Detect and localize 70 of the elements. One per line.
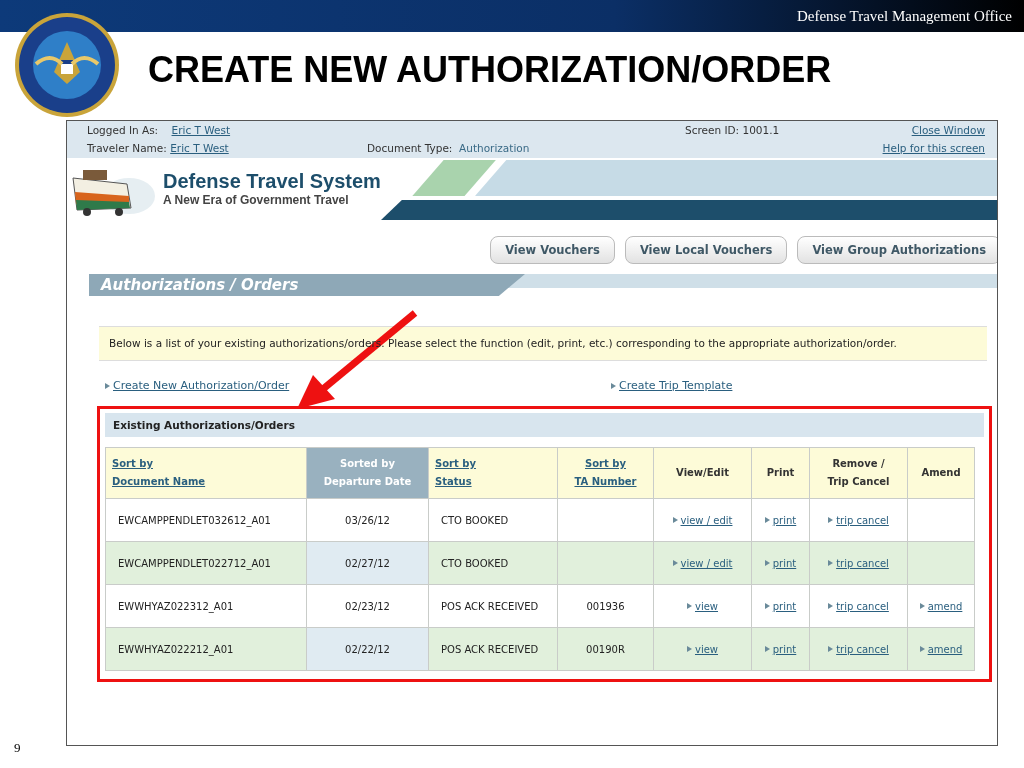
help-link[interactable]: Help for this screen (882, 142, 985, 154)
action-link[interactable]: view / edit (680, 514, 733, 526)
action-link[interactable]: view / edit (680, 557, 733, 569)
caret-icon (828, 517, 834, 524)
action-link[interactable]: print (772, 643, 797, 655)
caret-icon (672, 560, 678, 567)
action-link[interactable]: amend (927, 643, 963, 655)
caret-icon (828, 603, 834, 610)
action-link[interactable]: trip cancel (836, 643, 889, 655)
section-title: Authorizations / Orders (89, 274, 525, 296)
caret-icon (764, 646, 770, 653)
caret-icon (919, 646, 925, 653)
brand-tagline: A New Era of Government Travel (163, 192, 350, 207)
table-cell: EWCAMPPENDLET022712_A01 (118, 557, 271, 569)
caret-icon (919, 603, 925, 610)
table-cell: CTO BOOKED (441, 557, 509, 569)
caret-icon (687, 646, 692, 653)
close-window-link[interactable]: Close Window (911, 124, 985, 136)
nav-button[interactable]: View Group Authorizations (797, 236, 997, 264)
nav-button[interactable]: View Local Vouchers (624, 236, 788, 264)
nav-button[interactable]: View Vouchers (490, 236, 615, 264)
table-cell: 02/22/12 (345, 643, 390, 655)
caret-icon (764, 560, 770, 567)
table-cell: CTO BOOKED (441, 514, 509, 526)
action-link[interactable]: trip cancel (836, 600, 889, 612)
action-link[interactable]: view (695, 643, 718, 655)
traveler-link[interactable]: Eric T West (170, 142, 229, 154)
table-title: Existing Authorizations/Orders (105, 413, 984, 437)
brand-name: Defense Travel System (163, 169, 381, 193)
table-cell: 02/27/12 (345, 557, 390, 569)
page-number: 9 (14, 740, 21, 756)
caret-icon (687, 603, 692, 610)
header-organization: Defense Travel Management Office (796, 7, 1012, 25)
caret-icon (828, 646, 834, 653)
document-type-label: Document Type: (367, 142, 453, 154)
action-link[interactable]: view (695, 600, 718, 612)
column-header: View/Edit (675, 466, 730, 480)
table-cell: 001936 (586, 600, 625, 612)
user-link[interactable]: Eric T West (171, 124, 231, 136)
document-type-value: Authorization (459, 142, 530, 154)
logged-in-label: Logged In As: (87, 124, 159, 136)
action-link[interactable]: trip cancel (836, 514, 889, 526)
column-header: Remove / Trip Cancel (826, 457, 891, 489)
column-header: Amend (920, 466, 962, 480)
action-link[interactable]: print (772, 514, 797, 526)
caret-icon (764, 517, 770, 524)
column-header: Print (765, 466, 796, 480)
caret-icon (764, 603, 770, 610)
action-link[interactable]: trip cancel (836, 557, 889, 569)
table-cell: EWWHYAZ022312_A01 (118, 600, 234, 612)
create-link[interactable]: Create New Authorization/Order (113, 379, 290, 392)
table-cell: 02/23/12 (345, 600, 390, 612)
table-cell: EWWHYAZ022212_A01 (118, 643, 234, 655)
action-link[interactable]: amend (927, 600, 963, 612)
table-cell: 03/26/12 (345, 514, 390, 526)
screen-id: Screen ID: 1001.1 (685, 124, 781, 136)
caret-icon (672, 517, 678, 524)
table-cell: 00190R (586, 643, 625, 655)
column-header: Sorted by Departure Date (322, 457, 413, 489)
slide-title: CREATE NEW AUTHORIZATION/ORDER (148, 49, 832, 91)
caret-icon (105, 382, 110, 389)
table-cell: POS ACK RECEIVED (441, 600, 539, 612)
caret-icon (611, 382, 616, 389)
traveler-label: Traveler Name: (87, 142, 167, 154)
action-link[interactable]: print (772, 600, 797, 612)
create-link[interactable]: Create Trip Template (619, 379, 733, 392)
caret-icon (828, 560, 834, 567)
action-link[interactable]: print (772, 557, 797, 569)
table-cell: EWCAMPPENDLET032612_A01 (118, 514, 271, 526)
table-cell: POS ACK RECEIVED (441, 643, 539, 655)
